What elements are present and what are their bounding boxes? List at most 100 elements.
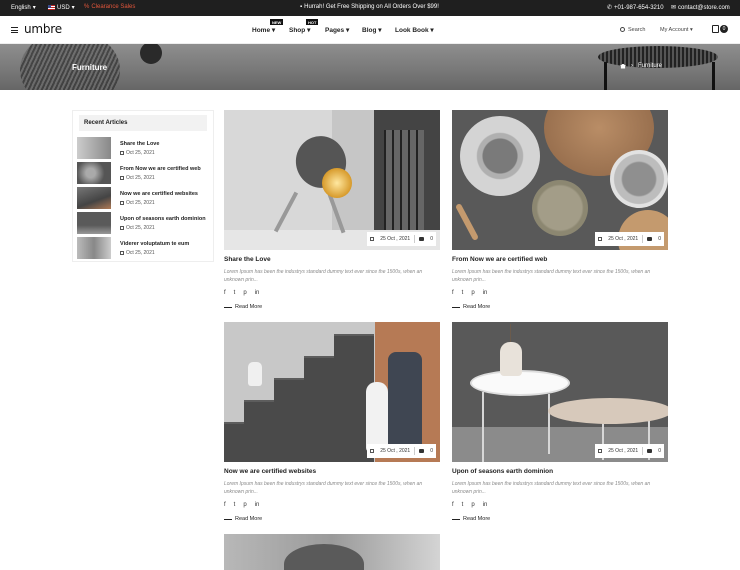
article-image[interactable]: 25 Oct , 2021 0 <box>224 322 440 462</box>
post-title[interactable]: Now we are certified websites <box>120 191 198 197</box>
post-thumbnail[interactable] <box>77 187 111 209</box>
article-meta: 25 Oct , 2021 0 <box>595 444 664 458</box>
page-title: Furniture <box>72 63 108 72</box>
post-date-text: Oct 25, 2021 <box>126 225 155 231</box>
furniture-shape <box>284 544 364 570</box>
account-menu[interactable]: My Account ▾ <box>660 27 693 33</box>
vase-shape <box>388 352 422 458</box>
chevron-right-icon: › <box>631 63 633 69</box>
recent-post[interactable]: Upon of seasons earth dominion Oct 25, 2… <box>77 212 211 234</box>
twitter-icon[interactable]: t <box>462 502 464 508</box>
currency-label: USD <box>57 4 70 11</box>
pinterest-icon[interactable]: p <box>243 502 246 508</box>
widget-title: Recent Articles <box>79 115 207 131</box>
linkedin-icon[interactable]: in <box>255 290 260 296</box>
post-title[interactable]: Upon of seasons earth dominion <box>120 216 206 222</box>
stair-step <box>274 378 374 402</box>
read-more-link[interactable]: Read More <box>224 516 262 522</box>
stair-step <box>244 400 374 424</box>
article-image[interactable]: 25 Oct , 2021 0 <box>224 110 440 250</box>
nav-pages[interactable]: Pages ▾ <box>325 26 349 34</box>
calendar-icon <box>120 150 124 155</box>
post-date: Oct 25, 2021 <box>120 200 155 206</box>
nav-shop[interactable]: HOT Shop ▾ <box>289 19 319 34</box>
nav-shop-label: Shop <box>289 27 306 34</box>
recent-post[interactable]: Share the Love Oct 25, 2021 <box>77 137 211 159</box>
read-more-label: Read More <box>235 304 263 310</box>
article-image[interactable] <box>224 534 440 570</box>
chevron-down-icon: ▾ <box>378 27 382 34</box>
meta-divider <box>642 447 644 455</box>
article-title[interactable]: Upon of seasons earth dominion <box>452 468 553 475</box>
nav-blog[interactable]: Blog ▾ <box>362 26 382 34</box>
read-more-link[interactable]: Read More <box>452 516 490 522</box>
twig-shape <box>510 324 511 344</box>
calendar-icon <box>120 200 124 205</box>
home-icon[interactable] <box>620 63 626 69</box>
twitter-icon[interactable]: t <box>462 290 464 296</box>
pinterest-icon[interactable]: p <box>471 290 474 296</box>
post-title[interactable]: Share the Love <box>120 141 159 147</box>
calendar-icon <box>370 449 375 453</box>
facebook-icon[interactable]: f <box>452 502 454 508</box>
comment-count: 0 <box>658 236 661 242</box>
post-date: Oct 25, 2021 <box>120 250 155 256</box>
table-leg <box>548 394 550 454</box>
facebook-icon[interactable]: f <box>224 290 226 296</box>
recent-post[interactable]: Viderer voluptatum te eum Oct 25, 2021 <box>77 237 211 259</box>
share-links: f t p in <box>452 502 487 508</box>
article-excerpt: Lorem Ipsum has been the industrys stand… <box>224 269 423 283</box>
twitter-icon[interactable]: t <box>234 502 236 508</box>
linkedin-icon[interactable]: in <box>255 502 260 508</box>
article-title[interactable]: Share the Love <box>224 256 271 263</box>
post-thumbnail[interactable] <box>77 137 111 159</box>
shipping-notice: ▪ Hurrah! Get Free Shipping on All Orders… <box>300 4 439 10</box>
read-more-link[interactable]: Read More <box>452 304 490 310</box>
hot-badge: HOT <box>306 19 319 25</box>
language-selector[interactable]: English ▾ <box>11 4 36 12</box>
calendar-icon <box>598 449 603 453</box>
chevron-down-icon: ▾ <box>71 5 75 11</box>
calendar-icon <box>598 237 603 241</box>
read-more-link[interactable]: Read More <box>224 304 262 310</box>
stair-step <box>334 334 374 358</box>
article-image[interactable]: 25 Oct , 2021 0 <box>452 110 668 250</box>
table-leg <box>482 392 484 462</box>
linkedin-icon[interactable]: in <box>483 502 488 508</box>
post-title[interactable]: Viderer voluptatum te eum <box>120 241 189 247</box>
article-excerpt: Lorem Ipsum has been the industrys stand… <box>452 481 651 495</box>
pinterest-icon[interactable]: p <box>471 502 474 508</box>
search-icon <box>620 27 625 33</box>
calendar-icon <box>370 237 375 241</box>
dash-icon <box>452 518 460 520</box>
article-title[interactable]: Now we are certified websites <box>224 468 316 475</box>
post-date-text: Oct 25, 2021 <box>126 250 155 256</box>
facebook-icon[interactable]: f <box>452 290 454 296</box>
post-thumbnail[interactable] <box>77 162 111 184</box>
article-image[interactable]: 25 Oct , 2021 0 <box>452 322 668 462</box>
nav-look-book[interactable]: Look Book ▾ <box>395 26 434 34</box>
twitter-icon[interactable]: t <box>234 290 236 296</box>
nav-home[interactable]: NEW Home ▾ <box>252 19 284 34</box>
comment-icon <box>647 237 653 241</box>
pinterest-icon[interactable]: p <box>243 290 246 296</box>
nav-home-label: Home <box>252 27 271 34</box>
article-card: 25 Oct , 2021 0 From Now we are certifie… <box>452 110 668 316</box>
banner-lamp-image <box>140 44 162 64</box>
cart-icon[interactable] <box>712 25 719 33</box>
nav-pages-label: Pages <box>325 27 345 34</box>
post-date: Oct 25, 2021 <box>120 150 155 156</box>
post-thumbnail[interactable] <box>77 212 111 234</box>
search-button[interactable]: Search <box>620 27 645 33</box>
linkedin-icon[interactable]: in <box>483 290 488 296</box>
currency-selector[interactable]: USD ▾ <box>48 4 75 11</box>
post-thumbnail[interactable] <box>77 237 111 259</box>
email-link[interactable]: ✉ contact@store.com <box>671 4 730 12</box>
post-title[interactable]: From Now we are certified web <box>120 166 201 172</box>
phone-link[interactable]: ✆ +01-987-654-3210 <box>607 4 664 12</box>
recent-post[interactable]: Now we are certified websites Oct 25, 20… <box>77 187 211 209</box>
facebook-icon[interactable]: f <box>224 502 226 508</box>
article-title[interactable]: From Now we are certified web <box>452 256 547 263</box>
clearance-link[interactable]: % Clearance Sales <box>84 4 135 10</box>
recent-post[interactable]: From Now we are certified web Oct 25, 20… <box>77 162 211 184</box>
